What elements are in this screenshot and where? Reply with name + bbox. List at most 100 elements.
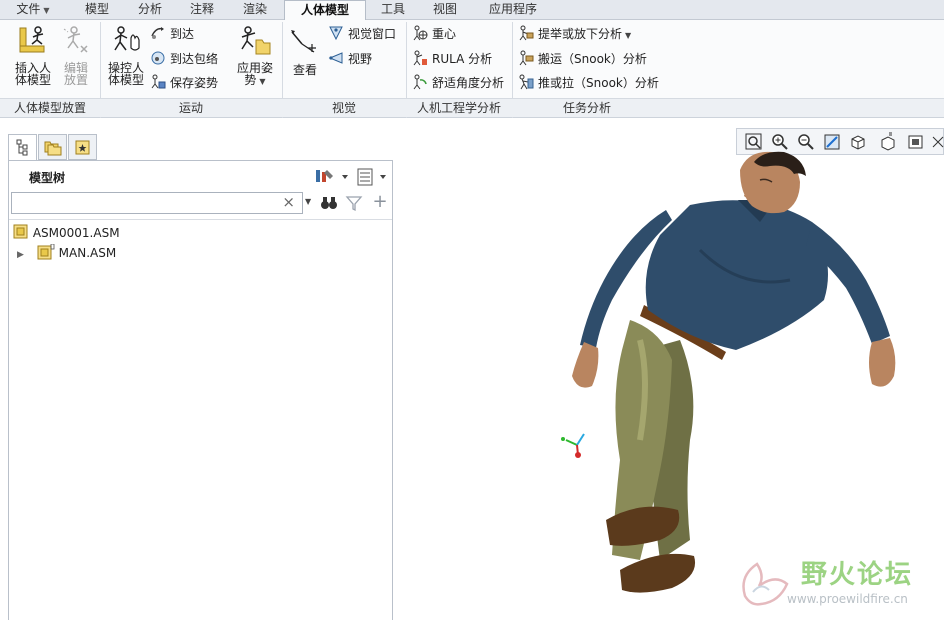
- comfort-angle-icon: [413, 74, 427, 90]
- model-tree-container: 模型树 × ▼ + ASM0001.ASM ▶ MAN.ASM: [8, 160, 393, 620]
- find-button[interactable]: [319, 194, 339, 212]
- save-posture-label: 保存姿势: [170, 76, 219, 90]
- center-of-gravity-label: 重心: [432, 27, 457, 41]
- tab-annotate[interactable]: 注释: [176, 0, 228, 20]
- save-posture-button[interactable]: 保存姿势: [150, 73, 218, 93]
- tab-favorites[interactable]: [68, 134, 97, 160]
- tree-columns-button[interactable]: [355, 167, 391, 187]
- manipulate-manikin-icon: [114, 26, 140, 51]
- reach-envelope-label: 到达包络: [170, 52, 219, 66]
- lift-lower-icon: [519, 25, 534, 41]
- tree-settings-icon: [316, 170, 348, 182]
- tree-settings-button[interactable]: [313, 167, 353, 187]
- apply-posture-button[interactable]: 应用姿 势 ▼: [232, 24, 278, 88]
- ribbon: 插入人 体模型 编辑 放置 操控人 体模型 到达 到达包络 保存姿势 应用姿 势…: [0, 20, 944, 118]
- group-label-empty: [662, 98, 944, 117]
- chevron-down-icon: ▼: [625, 31, 632, 40]
- save-posture-icon: [151, 74, 166, 89]
- tree-item-label: MAN.ASM: [58, 246, 117, 260]
- assembly-icon: [13, 224, 28, 239]
- tab-file[interactable]: 文件 ▼: [4, 0, 62, 20]
- tab-analysis[interactable]: 分析: [124, 0, 176, 20]
- watermark-title: 野火论坛: [801, 560, 914, 590]
- tab-file-label: 文件: [16, 2, 41, 16]
- push-pull-analysis-button[interactable]: 推或拉（Snook）分析: [518, 73, 659, 93]
- tree-item-root[interactable]: ASM0001.ASM: [13, 224, 120, 242]
- view-label: 查看: [292, 63, 317, 77]
- model-tree-title: 模型树: [29, 171, 66, 185]
- reach-icon: [151, 27, 164, 39]
- insert-manikin-button[interactable]: 插入人 体模型: [10, 24, 56, 86]
- divider: [9, 219, 392, 220]
- manikin-model[interactable]: [395, 120, 944, 620]
- manipulate-manikin-button[interactable]: 操控人 体模型: [104, 24, 148, 86]
- tab-tools[interactable]: 工具: [368, 0, 418, 20]
- binoculars-icon: [321, 197, 337, 209]
- tree-item-child[interactable]: ▶ MAN.ASM: [17, 243, 117, 264]
- lift-lower-analysis-button[interactable]: 提举或放下分析 ▼: [518, 24, 631, 44]
- center-of-gravity-button[interactable]: 重心: [412, 24, 456, 44]
- coordinate-triad-icon: [561, 433, 585, 458]
- tab-manikin[interactable]: 人体模型: [284, 0, 366, 21]
- ribbon-tab-bar: 文件 ▼ 模型 分析 注释 渲染 人体模型 工具 视图 应用程序: [0, 0, 944, 21]
- apply-posture-icon: [241, 26, 271, 55]
- reach-button[interactable]: 到达: [150, 24, 194, 44]
- filter-button[interactable]: [345, 194, 363, 212]
- carry-icon: [519, 50, 534, 66]
- chevron-down-icon: ▼: [259, 77, 266, 86]
- favorites-icon: [75, 140, 90, 155]
- tab-view[interactable]: 视图: [418, 0, 472, 20]
- manipulate-manikin-label-2: 体模型: [107, 73, 144, 87]
- reach-envelope-button[interactable]: 到达包络: [150, 49, 218, 69]
- chevron-down-icon: ▼: [43, 6, 50, 15]
- tree-columns-icon: [357, 168, 386, 186]
- carry-analysis-button[interactable]: 搬运（Snook）分析: [518, 49, 647, 69]
- push-pull-label: 推或拉（Snook）分析: [538, 76, 659, 90]
- comfort-angle-button[interactable]: 舒适角度分析: [412, 73, 504, 93]
- group-label-motion: 运动: [100, 98, 282, 117]
- vision-window-button[interactable]: 视觉窗口: [328, 24, 396, 44]
- group-label-ergonomics: 人机工程学分析: [406, 98, 512, 117]
- field-of-view-icon: [328, 52, 343, 64]
- rula-icon: [413, 50, 427, 66]
- comfort-angle-label: 舒适角度分析: [432, 76, 505, 90]
- watermark-url: www.proewildfire.cn: [787, 592, 908, 606]
- field-of-view-label: 视野: [348, 52, 373, 66]
- clear-search-icon[interactable]: ×: [282, 193, 295, 211]
- apply-posture-label-2: 势: [244, 73, 257, 87]
- carry-label: 搬运（Snook）分析: [538, 52, 647, 66]
- rula-analysis-button[interactable]: RULA 分析: [412, 49, 492, 69]
- expand-arrow-icon[interactable]: ▶: [17, 246, 29, 264]
- field-of-view-button[interactable]: 视野: [328, 49, 372, 69]
- tab-folder-browser[interactable]: [38, 134, 67, 160]
- vision-window-label: 视觉窗口: [348, 27, 397, 41]
- view-button[interactable]: 查看: [286, 26, 324, 76]
- edit-placement-button[interactable]: 编辑 放置: [56, 24, 96, 86]
- push-pull-icon: [519, 74, 534, 90]
- add-icon[interactable]: +: [371, 193, 389, 211]
- tab-model-tree[interactable]: [8, 134, 37, 161]
- insert-manikin-icon: [19, 26, 45, 53]
- tab-model[interactable]: 模型: [70, 0, 124, 20]
- view-icon: [291, 30, 316, 53]
- tab-applications[interactable]: 应用程序: [472, 0, 554, 20]
- group-label-placement: 人体模型放置: [0, 98, 100, 117]
- edit-placement-label-2: 放置: [63, 73, 88, 87]
- insert-manikin-label-2: 体模型: [14, 73, 51, 87]
- filter-icon: [345, 196, 363, 212]
- graphics-viewport[interactable]: 野火论坛 www.proewildfire.cn: [395, 120, 944, 620]
- tree-item-label: ASM0001.ASM: [32, 226, 120, 240]
- subassembly-icon: [37, 243, 55, 260]
- vision-window-icon: [329, 26, 343, 41]
- chevron-down-icon[interactable]: ▼: [305, 197, 317, 211]
- model-tree-icon: [16, 139, 28, 156]
- center-of-gravity-icon: [413, 25, 428, 41]
- reach-label: 到达: [170, 27, 195, 41]
- group-label-task: 任务分析: [512, 98, 662, 117]
- tree-search-input[interactable]: ×: [11, 192, 303, 214]
- reach-envelope-icon: [151, 51, 165, 65]
- tab-render[interactable]: 渲染: [228, 0, 282, 20]
- folder-browser-icon: [44, 141, 62, 156]
- lift-lower-label: 提举或放下分析: [538, 27, 623, 41]
- forum-watermark: 野火论坛 www.proewildfire.cn: [735, 554, 940, 616]
